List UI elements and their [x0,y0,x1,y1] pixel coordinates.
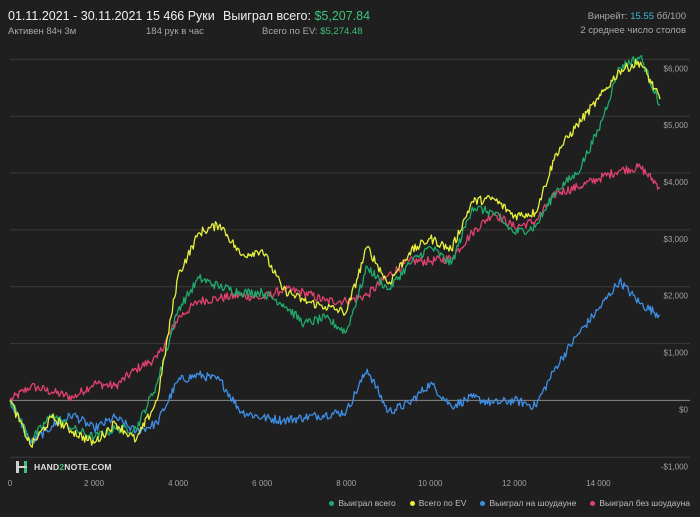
series-line-1 [9,59,661,448]
hand2note-logo-icon [16,461,30,473]
legend-label: Выиграл всего [338,498,396,508]
x-tick-label: 4 000 [168,479,189,488]
series-lines [9,54,661,448]
legend-item-2[interactable]: Выиграл на шоудауне [480,498,576,508]
winrate-label: Винрейт: [587,11,628,22]
legend-label: Выиграл без шоудауна [599,498,690,508]
x-tick-label: 6 000 [252,479,273,488]
ev-total-value: $5,274.48 [320,26,363,37]
legend-dot-icon [590,500,596,506]
y-tick-label: $0 [679,405,688,414]
tables-average: 2 среднее число столов [580,25,686,36]
hand2note-logo-text: HAND2NOTE.COM [34,462,112,472]
won-total-value: $5,207.84 [314,9,371,23]
won-total: Выиграл всего: $5,207.84 [223,9,370,23]
x-tick-label: 12 000 [502,479,527,488]
winrate-suffix: бб/100 [656,11,686,22]
series-line-3 [9,162,661,402]
series-line-2 [9,277,661,444]
legend-item-0[interactable]: Выиграл всего [329,498,396,508]
x-tick-label: 0 [8,479,13,488]
legend-dot-icon [409,500,415,506]
legend-dot-icon [329,500,335,506]
ev-total: Всего по EV: $5,274.48 [262,26,362,37]
header: 01.11.2021 - 30.11.2021 Активен 84ч 3м 1… [0,0,700,44]
profit-chart[interactable]: -$1,000 $0 $1,000 $2,000 $3,000 $4,000 $5,000 $… [0,40,700,500]
legend-label: Всего по EV [418,498,467,508]
legend-label: Выиграл на шоудауне [489,498,577,508]
won-total-label: Выиграл всего: [223,9,311,23]
x-tick-label: 14 000 [586,479,611,488]
y-tick-label: $4,000 [664,178,689,187]
x-tick-label: 10 000 [418,479,443,488]
x-tick-label: 2 000 [84,479,105,488]
legend-dot-icon [480,500,486,506]
x-tick-label: 8 000 [336,479,357,488]
chart-legend: Выиграл всего Всего по EV Выиграл на шоуда… [329,498,690,508]
active-time: Активен 84ч 3м [8,26,77,37]
legend-item-1[interactable]: Всего по EV [409,498,467,508]
hand2note-logo: HAND2NOTE.COM [16,461,112,473]
axis-ticks: -$1,000 $0 $1,000 $2,000 $3,000 $4,000 $5,000 $… [8,64,689,488]
y-tick-label: -$1,000 [661,462,689,471]
y-tick-label: $5,000 [664,121,689,130]
date-range[interactable]: 01.11.2021 - 30.11.2021 [8,9,142,23]
hands-per-hour: 184 рук в час [146,26,204,37]
grid [10,58,690,458]
winrate: Винрейт: 15.55 бб/100 [588,11,686,22]
ev-total-label: Всего по EV: [262,26,318,37]
hands-count: 15 466 Руки [146,9,215,23]
y-tick-label: $6,000 [664,64,689,73]
winrate-value: 15.55 [630,11,654,22]
y-tick-label: $1,000 [664,349,689,358]
y-tick-label: $2,000 [664,292,689,301]
y-tick-label: $3,000 [664,235,689,244]
legend-item-3[interactable]: Выиграл без шоудауна [590,498,690,508]
